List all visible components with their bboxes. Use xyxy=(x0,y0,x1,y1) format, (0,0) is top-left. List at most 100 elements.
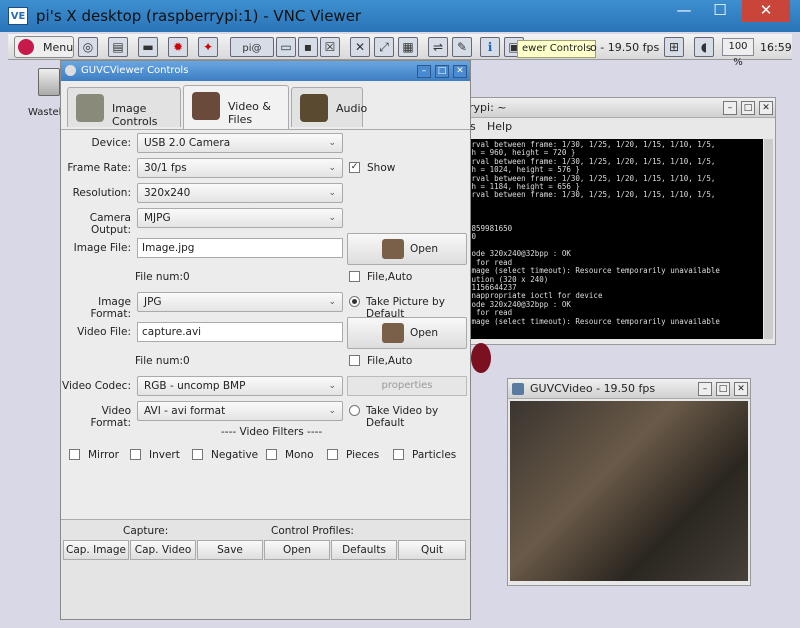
particles-label: Particles xyxy=(412,449,457,461)
image-format-select[interactable]: JPG ⌄ xyxy=(137,292,343,312)
resolution-select[interactable]: 320x240 ⌄ xyxy=(137,183,343,203)
quit-button[interactable]: Quit xyxy=(398,540,466,560)
terminal-menu-help[interactable]: Help xyxy=(487,120,512,133)
cap-video-button[interactable]: Cap. Video xyxy=(130,540,196,560)
file-manager-icon[interactable]: ▤ xyxy=(108,37,128,57)
keyboard-icon[interactable]: ▦ xyxy=(398,37,418,57)
video-minimize-button[interactable]: – xyxy=(698,382,712,396)
chevron-down-icon: ⌄ xyxy=(328,406,336,416)
tab-audio[interactable]: Audio xyxy=(291,87,367,127)
take-video-default-radio[interactable] xyxy=(349,405,360,416)
chevron-down-icon: ⌄ xyxy=(328,188,336,198)
save-profile-button[interactable]: Save xyxy=(197,540,263,560)
disk-icon[interactable]: ▪ xyxy=(298,37,318,57)
burst-icon[interactable]: ✹ xyxy=(168,37,188,57)
info-icon[interactable]: ℹ xyxy=(480,37,500,57)
minimize-button[interactable]: — xyxy=(666,0,702,22)
take-video-default-label: Take Video by Default xyxy=(366,405,439,429)
image-open-button[interactable]: Open xyxy=(347,233,467,265)
negative-checkbox[interactable] xyxy=(192,449,203,460)
video-format-select[interactable]: AVI - avi format ⌄ xyxy=(137,401,343,421)
frame-rate-label: Frame Rate: xyxy=(67,162,131,174)
network-icon[interactable]: ⊞ xyxy=(664,37,684,57)
show-checkbox[interactable]: ✓ xyxy=(349,162,360,173)
mono-label: Mono xyxy=(285,449,314,461)
tools-icon[interactable]: ✕ xyxy=(350,37,370,57)
image-file-auto-checkbox[interactable] xyxy=(349,271,360,282)
mono-checkbox[interactable] xyxy=(266,449,277,460)
tv-icon xyxy=(76,94,104,122)
terminal-scrollbar[interactable] xyxy=(764,139,773,339)
controls-title: GUVCViewer Controls xyxy=(81,65,189,76)
video-open-button[interactable]: Open xyxy=(347,317,467,349)
close-button[interactable]: ✕ xyxy=(742,0,790,22)
terminal-output[interactable]: erval between frame: 1/30, 1/25, 1/20, 1… xyxy=(465,139,763,339)
image-file-input[interactable]: Image.jpg xyxy=(137,238,343,258)
monitor-icon[interactable]: ▭ xyxy=(276,37,296,57)
video-file-num: File num:0 xyxy=(135,355,190,367)
chat-icon[interactable]: ✎ xyxy=(452,37,472,57)
frame-rate-value: 30/1 fps xyxy=(144,162,187,174)
volume-icon[interactable]: ◖ xyxy=(694,37,714,57)
trash-icon[interactable] xyxy=(38,68,60,96)
terminal-close-button[interactable]: ✕ xyxy=(759,101,773,115)
device-select[interactable]: USB 2.0 Camera ⌄ xyxy=(137,133,343,153)
chevron-down-icon: ⌄ xyxy=(328,381,336,391)
properties-button[interactable]: properties xyxy=(347,376,467,396)
camera-output-select[interactable]: MJPG ⌄ xyxy=(137,208,343,228)
fullscreen-icon[interactable]: ⤢ xyxy=(374,37,394,57)
pieces-checkbox[interactable] xyxy=(327,449,338,460)
tab-video-files[interactable]: Video & Files xyxy=(183,85,289,129)
camera-output-value: MJPG xyxy=(144,212,171,224)
wolfram-icon[interactable]: ✦ xyxy=(198,37,218,57)
menu-button[interactable]: Menu xyxy=(14,36,74,58)
mirror-checkbox[interactable] xyxy=(69,449,80,460)
take-picture-default-radio[interactable] xyxy=(349,296,360,307)
controls-close-button[interactable]: ✕ xyxy=(453,65,467,78)
image-file-auto-label: File,Auto xyxy=(367,271,413,283)
controls-maximize-button[interactable]: □ xyxy=(435,65,449,78)
taskbar-panel: Menu ◎ ▤ ▬ ✹ ✦ pi@ ▭ ▪ ☒ ✕ ⤢ ▦ ⇌ ✎ ℹ ▣ ⊞… xyxy=(8,34,792,60)
frame-rate-select[interactable]: 30/1 fps ⌄ xyxy=(137,158,343,178)
video-close-button[interactable]: ✕ xyxy=(734,382,748,396)
image-file-num: File num:0 xyxy=(135,271,190,283)
bottom-bar: Capture: Control Profiles: Cap. Image Ca… xyxy=(61,519,470,619)
video-codec-select[interactable]: RGB - uncomp BMP ⌄ xyxy=(137,376,343,396)
controls-minimize-button[interactable]: – xyxy=(417,65,431,78)
camera-preview xyxy=(510,401,748,581)
invert-checkbox[interactable] xyxy=(130,449,141,460)
controls-window: GUVCViewer Controls – □ ✕ Image Controls… xyxy=(60,60,471,620)
particles-checkbox[interactable] xyxy=(393,449,404,460)
video-file-input[interactable]: capture.avi xyxy=(137,322,343,342)
camera-icon xyxy=(382,239,404,259)
window-icon[interactable]: ☒ xyxy=(320,37,340,57)
open-profile-button[interactable]: Open xyxy=(264,540,330,560)
terminal-line: image (select timeout): Resource tempora… xyxy=(467,316,720,326)
terminal-line: 859981650 xyxy=(467,224,513,234)
guvc-app-icon xyxy=(65,65,76,76)
terminal-icon[interactable]: ▬ xyxy=(138,37,158,57)
video-file-label: Video File: xyxy=(77,326,131,338)
resolution-label: Resolution: xyxy=(72,187,131,199)
video-maximize-button[interactable]: □ xyxy=(716,382,730,396)
video-file-auto-checkbox[interactable] xyxy=(349,355,360,366)
menu-label: Menu xyxy=(43,41,74,54)
cpu-zoom-indicator: 100 % xyxy=(722,38,754,68)
transfer-icon[interactable]: ⇌ xyxy=(428,37,448,57)
tab-label: Video & Files xyxy=(228,100,271,126)
chevron-down-icon: ⌄ xyxy=(328,297,336,307)
tab-image-controls[interactable]: Image Controls xyxy=(67,87,181,128)
maximize-button[interactable]: ☐ xyxy=(702,0,738,22)
taskbar-video-label[interactable]: o - 19.50 fps xyxy=(590,41,659,54)
terminal-line: erval between frame: 1/30, 1/25, 1/20, 1… xyxy=(467,190,716,200)
defaults-button[interactable]: Defaults xyxy=(331,540,397,560)
negative-label: Negative xyxy=(211,449,259,461)
terminal-maximize-button[interactable]: □ xyxy=(741,101,755,115)
camera-icon xyxy=(382,323,404,343)
terminal-minimize-button[interactable]: – xyxy=(723,101,737,115)
globe-icon[interactable]: ◎ xyxy=(78,37,98,57)
task-terminal-button[interactable]: pi@ xyxy=(230,37,274,57)
cap-image-button[interactable]: Cap. Image xyxy=(63,540,129,560)
microphone-icon xyxy=(300,94,328,122)
video-filters-heading: ---- Video Filters ---- xyxy=(221,426,323,438)
